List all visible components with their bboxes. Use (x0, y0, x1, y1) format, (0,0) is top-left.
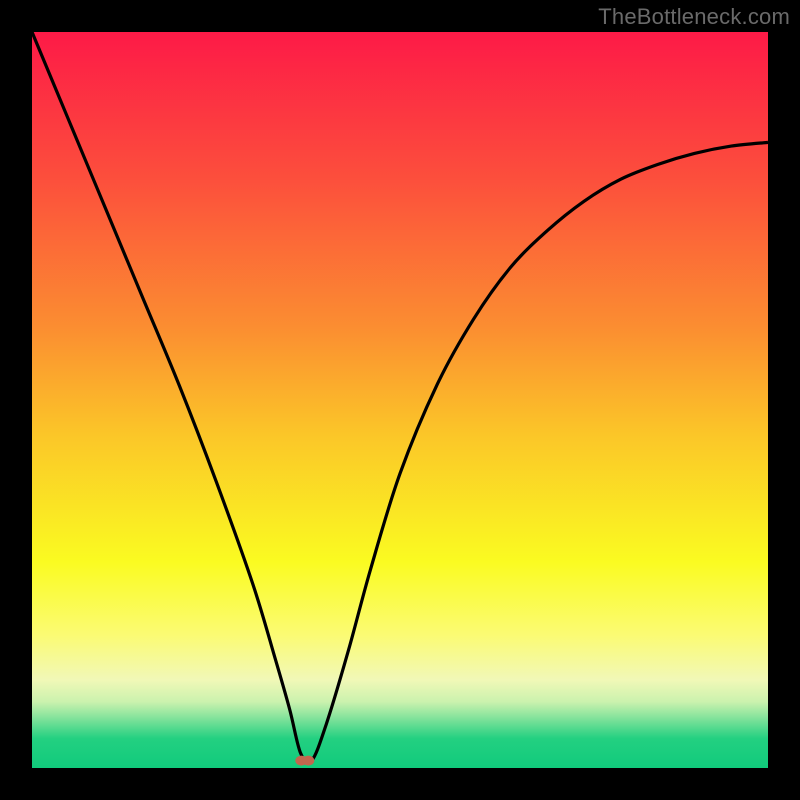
chart-stage: TheBottleneck.com (0, 0, 800, 800)
chart-svg (0, 0, 800, 800)
plot-background (32, 32, 768, 768)
vertex-marker (295, 756, 314, 766)
watermark-text: TheBottleneck.com (598, 4, 790, 30)
